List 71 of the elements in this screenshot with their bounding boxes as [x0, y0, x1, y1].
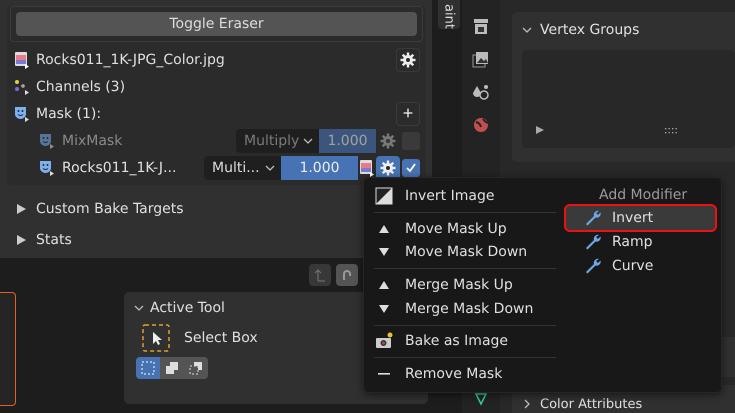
gear-icon	[380, 132, 396, 148]
mask-settings-button[interactable]	[376, 156, 400, 180]
modifier-menu-item[interactable]: Invert	[566, 206, 715, 230]
mask-header: Mask (1):	[36, 106, 102, 122]
chevron-icon[interactable]	[522, 25, 532, 35]
blend-mode-dropdown[interactable]: Multiply	[236, 128, 319, 152]
selection-mode-button[interactable]	[136, 357, 160, 379]
arrow-icon	[313, 268, 327, 282]
minus-icon	[375, 372, 393, 376]
panel-title[interactable]: Active Tool	[150, 300, 225, 316]
channels-label: Channels (3)	[36, 78, 126, 94]
menu-item[interactable]: Move Mask Up	[367, 216, 556, 240]
magnet-icon	[340, 268, 354, 282]
submenu-title: Add Modifier	[598, 186, 688, 205]
vertex-data-icon[interactable]	[473, 391, 489, 407]
panel-title[interactable]: Vertex Groups	[540, 22, 640, 38]
invert-icon	[375, 186, 393, 205]
menu-item[interactable]: Merge Mask Down	[367, 296, 556, 321]
resize-grip-icon[interactable]	[665, 128, 679, 134]
printer-icon[interactable]	[472, 17, 490, 35]
chevron-icon[interactable]	[303, 136, 313, 146]
menu-item[interactable]: Remove Mask	[367, 362, 556, 386]
selection-mode-button[interactable]	[160, 357, 184, 379]
opacity-slider[interactable]: 1.000	[281, 156, 358, 180]
channels-icon	[13, 78, 31, 96]
mask-enable-checkbox[interactable]	[402, 158, 420, 176]
chevron-icon[interactable]	[522, 399, 532, 409]
wrench-icon	[584, 209, 602, 227]
gear-icon	[400, 52, 416, 68]
add-mask-button[interactable]: +	[396, 102, 420, 126]
select-subtract-icon	[188, 360, 204, 376]
wrench-icon	[584, 257, 602, 275]
image-icon	[358, 158, 376, 176]
parent-arrow-button[interactable]	[309, 264, 331, 286]
mask-icon	[13, 104, 31, 122]
menu-item[interactable]: Bake as Image	[367, 330, 556, 354]
expand-arrow-icon[interactable]	[17, 234, 26, 244]
snap-button[interactable]	[336, 264, 358, 286]
blend-mode-dropdown[interactable]: Multi...	[204, 156, 281, 180]
camera-icon	[375, 332, 393, 350]
mask-icon	[38, 158, 56, 176]
select-extend-icon	[164, 360, 180, 376]
selection-mode-button[interactable]	[184, 357, 208, 379]
select-box-icon	[142, 324, 170, 352]
chevron-icon[interactable]	[134, 303, 144, 313]
checkmark-icon	[405, 162, 417, 174]
expand-arrow-icon[interactable]	[17, 204, 26, 214]
panel-title[interactable]: Color Attributes	[540, 396, 642, 412]
tool-name: Select Box	[184, 330, 258, 346]
mask-icon	[38, 132, 56, 150]
panel-header[interactable]: Stats	[36, 232, 72, 248]
wrench-icon	[584, 233, 602, 251]
image-settings-button[interactable]	[396, 48, 420, 72]
side-tab[interactable]: aint	[438, 0, 460, 29]
modifier-menu-item[interactable]: Curve	[566, 254, 715, 278]
mask-name[interactable]: Rocks011_1K-J...	[62, 160, 176, 176]
mask-name[interactable]: MixMask	[62, 132, 122, 148]
play-icon[interactable]	[536, 126, 544, 134]
image-icon	[13, 50, 31, 68]
menu-item[interactable]: Merge Mask Up	[367, 273, 556, 297]
menu-item[interactable]: Invert Image	[367, 184, 556, 208]
images-icon[interactable]	[472, 50, 490, 68]
globe-icon[interactable]	[472, 116, 490, 134]
menu-item[interactable]: Move Mask Down	[367, 240, 556, 264]
panel-header[interactable]: Custom Bake Targets	[36, 200, 184, 216]
select-new-icon	[140, 360, 156, 376]
modifier-menu-item[interactable]: Ramp	[566, 230, 715, 254]
chevron-icon[interactable]	[265, 162, 275, 172]
drops-icon[interactable]	[472, 83, 490, 101]
image-name: Rocks011_1K-JPG_Color.jpg	[36, 52, 225, 68]
toggle-eraser-button[interactable]: Toggle Eraser	[16, 12, 417, 36]
